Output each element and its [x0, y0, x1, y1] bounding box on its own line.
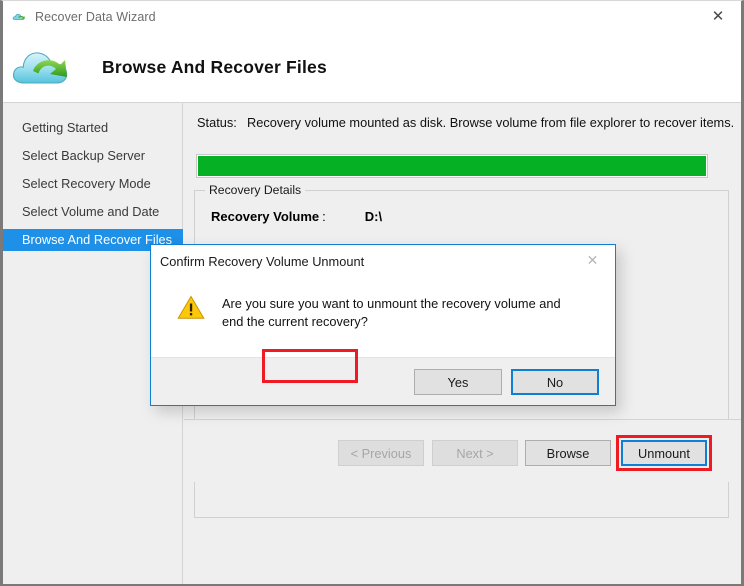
next-button[interactable]: Next > — [432, 440, 518, 466]
recovery-volume-label: Recovery Volume — [211, 209, 320, 224]
recovery-progress-bar — [196, 154, 708, 178]
dialog-no-button[interactable]: No — [511, 369, 599, 395]
progress-fill — [198, 156, 706, 176]
dialog-yes-button[interactable]: Yes — [414, 369, 502, 395]
recovery-details-legend: Recovery Details — [205, 183, 306, 197]
page-title: Browse And Recover Files — [102, 56, 327, 77]
status-label: Status: — [197, 115, 237, 130]
dialog-titlebar: Confirm Recovery Volume Unmount ✕ — [151, 245, 615, 277]
dialog-message: Are you sure you want to unmount the rec… — [222, 296, 561, 329]
browse-button[interactable]: Browse — [525, 440, 611, 466]
window-title: Recover Data Wizard — [35, 9, 156, 24]
status-row: Status: Recovery volume mounted as disk.… — [197, 115, 734, 130]
dialog-body: Are you sure you want to unmount the rec… — [151, 277, 615, 357]
recover-data-wizard-window: Recover Data Wizard ✕ Browse And Recover… — [0, 0, 744, 586]
cloud-arrow-icon — [11, 43, 77, 91]
dialog-footer: Yes No — [151, 357, 615, 405]
unmount-button[interactable]: Unmount — [621, 440, 707, 466]
sidebar-item-select-volume-and-date[interactable]: Select Volume and Date — [3, 201, 182, 223]
sidebar-item-getting-started[interactable]: Getting Started — [3, 117, 182, 139]
close-icon[interactable]: ✕ — [695, 1, 741, 31]
cloud-recover-icon — [12, 9, 28, 25]
recovery-volume-value: D:\ — [364, 209, 383, 224]
dialog-close-icon[interactable]: ✕ — [570, 245, 615, 276]
sidebar-item-select-recovery-mode[interactable]: Select Recovery Mode — [3, 173, 182, 195]
previous-button[interactable]: < Previous — [338, 440, 424, 466]
window-titlebar: Recover Data Wizard ✕ — [3, 1, 741, 32]
confirm-unmount-dialog: Confirm Recovery Volume Unmount ✕ Are yo… — [150, 244, 616, 406]
status-message: Recovery volume mounted as disk. Browse … — [247, 115, 735, 130]
recovery-volume-row: Recovery Volume : D:\ — [211, 209, 382, 224]
sidebar-item-select-backup-server[interactable]: Select Backup Server — [3, 145, 182, 167]
recovery-volume-colon: : — [322, 209, 326, 224]
warning-triangle-icon — [177, 295, 205, 320]
wizard-footer: < Previous Next > Browse Unmount — [184, 420, 741, 482]
dialog-title: Confirm Recovery Volume Unmount — [160, 253, 365, 269]
page-header: Browse And Recover Files — [3, 32, 741, 102]
